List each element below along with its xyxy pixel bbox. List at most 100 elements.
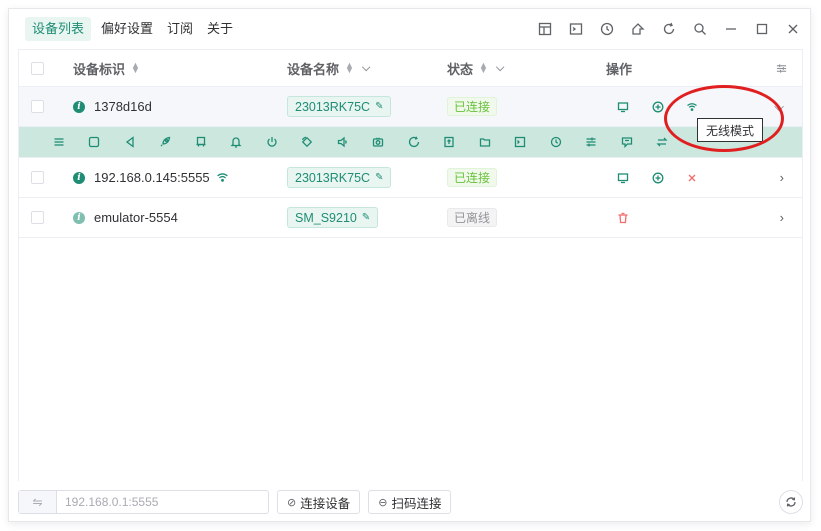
clock-icon[interactable]: [591, 9, 622, 49]
menu-about[interactable]: 关于: [200, 17, 240, 41]
select-all-cell: [31, 50, 44, 86]
header-status[interactable]: 状态 ▲ ▼ ⌵: [447, 50, 504, 86]
device-name-tag[interactable]: 23013RK75C ✎: [287, 96, 392, 117]
sort-icon[interactable]: ▲ ▼: [345, 61, 354, 75]
device-id: emulator-5554: [94, 210, 178, 225]
disconnect-icon[interactable]: [686, 158, 698, 197]
folder-icon[interactable]: [467, 127, 503, 158]
notification-icon[interactable]: [219, 127, 255, 158]
search-icon[interactable]: [684, 9, 715, 49]
connect-device-button[interactable]: ⊘ 连接设备: [277, 490, 361, 514]
header-device-id[interactable]: 设备标识 ▲ ▼: [73, 50, 140, 86]
table-row[interactable]: i emulator-5554 SM_S9210 ✎ 已离线 ›: [19, 198, 802, 238]
rotate-icon[interactable]: [290, 127, 326, 158]
link-icon: ⊘: [287, 496, 297, 509]
menu-preferences[interactable]: 偏好设置: [94, 17, 160, 41]
device-id: 1378d16d: [94, 99, 152, 114]
scan-icon: ⊖: [378, 496, 388, 509]
collapse-chevron-icon[interactable]: ⌵: [774, 87, 784, 126]
message-icon[interactable]: [609, 127, 645, 158]
refresh-icon: [786, 497, 796, 507]
table-row[interactable]: i 1378d16d 23013RK75C ✎ 已连接 ⌵: [19, 87, 802, 127]
row-checkbox[interactable]: [31, 100, 44, 113]
upload-icon[interactable]: [432, 127, 468, 158]
bottom-bar: ⇋ ⊘ 连接设备 ⊖ 扫码连接: [18, 487, 803, 517]
terminal-icon[interactable]: [560, 9, 591, 49]
add-icon[interactable]: [652, 87, 664, 126]
status-badge: 已离线: [447, 208, 498, 227]
status-badge: 已连接: [447, 168, 498, 187]
menu-icon[interactable]: [41, 127, 77, 158]
header-actions-label: 操作: [606, 61, 633, 77]
status-badge: 已连接: [447, 97, 498, 116]
device-name: 23013RK75C: [295, 99, 371, 114]
select-all-checkbox[interactable]: [31, 61, 44, 75]
power-icon[interactable]: [254, 127, 290, 158]
edit-icon[interactable]: ✎: [375, 172, 383, 183]
filter-chevron-icon[interactable]: ⌵: [362, 62, 370, 75]
scan-connect-label: 扫码连接: [391, 496, 442, 511]
expand-chevron-icon[interactable]: ›: [780, 158, 784, 197]
mirror-icon[interactable]: [617, 87, 629, 126]
volume-icon[interactable]: [325, 127, 361, 158]
window-toolbar: [529, 9, 808, 49]
home-icon[interactable]: [77, 127, 113, 158]
header-device-name-label: 设备名称: [287, 61, 340, 77]
main-menu: 设备列表 偏好设置 订阅 关于: [9, 17, 240, 41]
layout-icon[interactable]: [529, 9, 560, 49]
device-id-cell: i 192.168.0.145:5555: [73, 158, 229, 197]
filter-chevron-icon[interactable]: ⌵: [496, 62, 504, 75]
delete-icon[interactable]: [617, 198, 629, 237]
rocket-icon[interactable]: [148, 127, 184, 158]
device-id-cell: i emulator-5554: [73, 198, 178, 237]
info-icon[interactable]: i: [73, 211, 85, 224]
row-checkbox[interactable]: [31, 171, 44, 184]
history-icon[interactable]: [538, 127, 574, 158]
refresh-icon[interactable]: [653, 9, 684, 49]
device-id: 192.168.0.145:5555: [94, 170, 210, 185]
expand-chevron-icon[interactable]: ›: [780, 198, 784, 237]
minimize-icon[interactable]: [715, 9, 746, 49]
reboot-icon[interactable]: [396, 127, 432, 158]
camera-icon[interactable]: [361, 127, 397, 158]
table-row[interactable]: i 192.168.0.145:5555 23013RK75C ✎ 已连接 ›: [19, 158, 802, 198]
scan-connect-button[interactable]: ⊖ 扫码连接: [368, 490, 452, 514]
sort-icon[interactable]: ▲ ▼: [131, 61, 140, 75]
edit-icon[interactable]: ✎: [375, 101, 383, 112]
device-table: 设备标识 ▲ ▼ 设备名称 ▲ ▼ ⌵ 状态 ▲ ▼ ⌵ 操作 i 1378d1…: [18, 49, 803, 481]
shell-icon[interactable]: [503, 127, 539, 158]
header-device-id-label: 设备标识: [73, 61, 126, 77]
swap-icon[interactable]: ⇋: [19, 491, 57, 513]
menu-device-list[interactable]: 设备列表: [25, 17, 92, 41]
wireless-mode-tooltip: 无线模式: [697, 118, 764, 142]
settings-icon[interactable]: [574, 127, 610, 158]
info-icon[interactable]: i: [73, 171, 85, 184]
mirror-icon[interactable]: [617, 158, 629, 197]
refresh-devices-button[interactable]: [779, 490, 803, 514]
close-icon[interactable]: [777, 9, 808, 49]
add-icon[interactable]: [652, 158, 664, 197]
address-input-group: ⇋: [18, 490, 269, 514]
menu-subscription[interactable]: 订阅: [160, 17, 200, 41]
header-status-label: 状态: [447, 61, 474, 77]
table-header: 设备标识 ▲ ▼ 设备名称 ▲ ▼ ⌵ 状态 ▲ ▼ ⌵ 操作: [19, 50, 802, 87]
device-name-tag[interactable]: 23013RK75C ✎: [287, 167, 392, 188]
share-icon[interactable]: [622, 9, 653, 49]
screen-icon[interactable]: [183, 127, 219, 158]
edit-icon[interactable]: ✎: [362, 212, 370, 223]
info-icon[interactable]: i: [73, 100, 85, 113]
row-checkbox[interactable]: [31, 211, 44, 224]
header-actions: 操作: [606, 50, 632, 86]
sort-icon[interactable]: ▲ ▼: [479, 61, 488, 75]
switch-icon[interactable]: [645, 127, 681, 158]
address-input[interactable]: [57, 491, 257, 513]
app-window: 设备列表 偏好设置 订阅 关于 设备标识 ▲ ▼ 设备名称 ▲ ▼ ⌵ 状态 ▲…: [8, 8, 811, 522]
device-id-cell: i 1378d16d: [73, 87, 152, 126]
back-icon[interactable]: [112, 127, 148, 158]
device-name-tag[interactable]: SM_S9210 ✎: [287, 207, 379, 228]
header-device-name[interactable]: 设备名称 ▲ ▼ ⌵: [287, 50, 370, 86]
connect-device-label: 连接设备: [300, 496, 351, 511]
maximize-icon[interactable]: [746, 9, 777, 49]
column-settings-icon[interactable]: [776, 50, 787, 86]
device-name: SM_S9210: [295, 210, 357, 225]
